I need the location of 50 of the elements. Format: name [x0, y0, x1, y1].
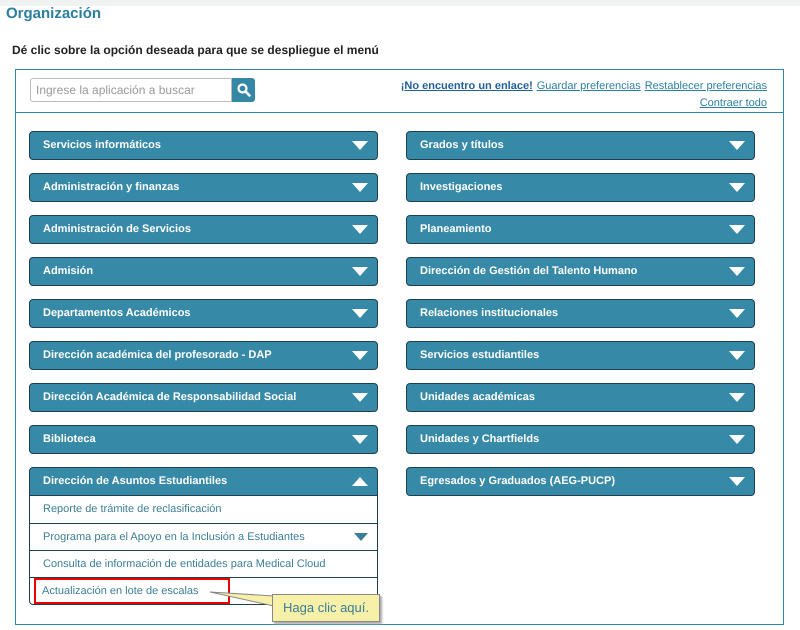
expand-caret-icon [729, 141, 745, 150]
expand-caret-icon [729, 225, 745, 234]
accordion-header[interactable]: Dirección Académica de Responsabilidad Social [29, 383, 378, 412]
expand-caret-icon [352, 309, 368, 318]
accordion-header[interactable]: Dirección de Gestión del Talento Humano [406, 257, 755, 286]
expand-caret-icon [352, 393, 368, 402]
page-title: Organización [6, 6, 102, 22]
expand-caret-icon [729, 351, 745, 360]
accordion-header[interactable]: Relaciones institucionales [406, 299, 755, 328]
expand-caret-icon [729, 393, 745, 402]
expand-caret-icon [729, 477, 745, 486]
expand-caret-icon [729, 435, 745, 444]
accordion-header[interactable]: Servicios informáticos [29, 131, 378, 160]
expand-caret-icon [352, 141, 368, 150]
expand-caret-icon [352, 351, 368, 360]
expand-caret-icon [352, 225, 368, 234]
link[interactable]: Contraer todo [700, 94, 767, 111]
accordion-header[interactable]: Admisión [29, 257, 378, 286]
menu-link[interactable]: Actualización en lote de escalas [36, 580, 228, 602]
accordion-header[interactable]: Biblioteca [29, 425, 378, 454]
accordion-header[interactable]: Unidades y Chartfields [406, 425, 755, 454]
expand-caret-icon [729, 183, 745, 192]
accordion-header[interactable]: Planeamiento [406, 215, 755, 244]
expand-caret-icon [352, 267, 368, 276]
instruction-text: Dé clic sobre la opción deseada para que se despliegue el menú [12, 42, 380, 59]
link[interactable]: Guardar preferencias [536, 78, 641, 94]
expand-caret-icon [352, 183, 368, 192]
menu-link[interactable]: Programa para el Apoyo en la Inclusión a Estudiantes [43, 528, 305, 546]
accordion-header[interactable]: Dirección académica del profesorado - DAP [29, 341, 378, 370]
accordion-header[interactable]: Departamentos Académicos [29, 299, 378, 328]
link[interactable]: ¡No encuentro un enlace! [400, 78, 533, 94]
accordion-header[interactable]: Unidades académicas [406, 383, 755, 412]
accordion-header[interactable]: Administración de Servicios [29, 215, 378, 244]
accordion-header[interactable]: Investigaciones [406, 173, 755, 202]
tooltip: Haga clic aquí. [272, 594, 380, 622]
expand-caret-icon [729, 267, 745, 276]
menu-link[interactable]: Consulta de información de entidades para Medical Cloud [43, 556, 326, 572]
search-field[interactable]: Ingrese la aplicación a buscar [30, 78, 232, 102]
accordion-header[interactable]: Grados y títulos [406, 131, 755, 160]
link[interactable]: Restablecer preferencias [644, 78, 767, 94]
accordion-header[interactable]: Dirección de Asuntos Estudiantiles [29, 467, 378, 496]
expand-caret-icon [352, 435, 368, 444]
menu-link[interactable]: Reporte de trámite de reclasificación [43, 501, 222, 518]
expand-caret-icon [729, 309, 745, 318]
collapse-caret-icon [352, 477, 368, 486]
search-icon [236, 83, 250, 97]
search-button[interactable] [232, 78, 255, 102]
accordion-header[interactable]: Servicios estudiantiles [406, 341, 755, 370]
accordion-header[interactable]: Administración y finanzas [29, 173, 378, 202]
accordion-header[interactable]: Egresados y Graduados (AEG-PUCP) [406, 467, 755, 496]
